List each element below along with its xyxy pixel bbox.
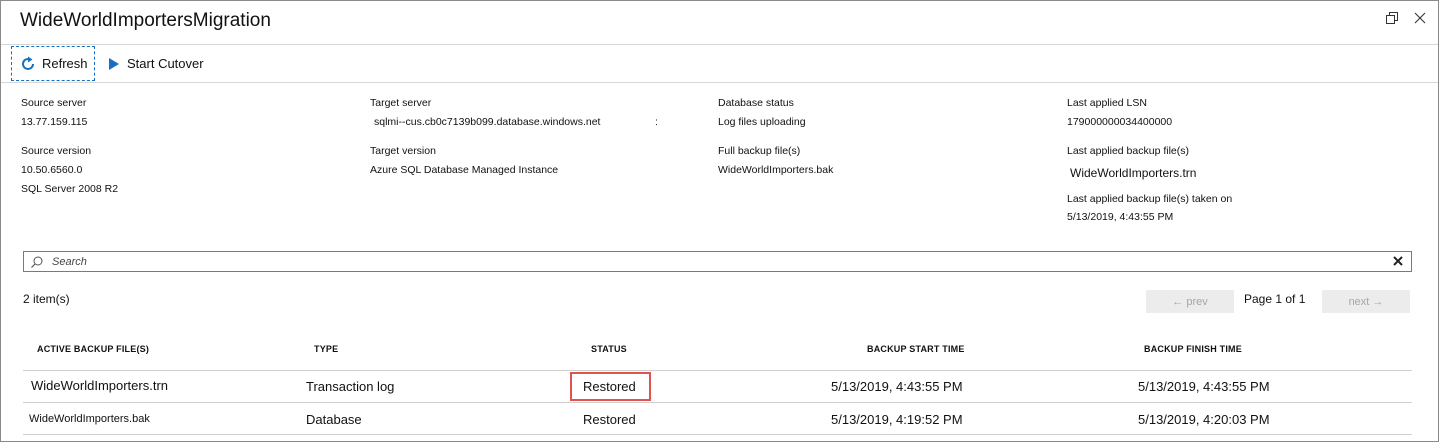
migration-properties: Source server 13.77.159.115 Source versi… (1, 83, 1438, 243)
last-backup-label: Last applied backup file(s) (1067, 145, 1189, 157)
target-version-label: Target version (370, 145, 436, 157)
row-file: WideWorldImporters.bak (29, 413, 150, 425)
start-cutover-label: Start Cutover (127, 56, 204, 71)
start-cutover-button[interactable]: Start Cutover (105, 46, 204, 81)
migration-blade: WideWorldImportersMigration Refresh Star… (0, 0, 1439, 442)
command-bar: Refresh Start Cutover (1, 45, 1438, 83)
source-server-value: 13.77.159.115 (21, 116, 88, 128)
last-lsn-value: 179000000034400000 (1067, 116, 1173, 128)
column-header-type[interactable]: TYPE (314, 344, 338, 354)
search-box (23, 251, 1412, 272)
row-status: Restored (583, 412, 636, 427)
database-status-value: Log files uploading (718, 116, 806, 128)
next-page-button[interactable]: next → (1322, 290, 1410, 313)
prev-page-button[interactable]: ← prev (1146, 290, 1234, 313)
full-backup-value: WideWorldImporters.bak (718, 164, 834, 176)
column-header-finish-time[interactable]: BACKUP FINISH TIME (1144, 344, 1242, 354)
row-finish-time: 5/13/2019, 4:20:03 PM (1138, 412, 1270, 427)
row-divider (23, 434, 1412, 435)
last-lsn-label: Last applied LSN (1067, 97, 1147, 109)
database-status-label: Database status (718, 97, 794, 109)
search-icon (31, 256, 43, 268)
row-type: Transaction log (306, 379, 395, 394)
play-icon (109, 57, 119, 70)
item-count: 2 item(s) (23, 292, 70, 306)
source-server-label: Source server (21, 97, 87, 109)
column-header-file[interactable]: ACTIVE BACKUP FILE(S) (37, 344, 149, 354)
source-version-label: Source version (21, 145, 92, 157)
column-header-status[interactable]: STATUS (591, 344, 627, 354)
row-start-time: 5/13/2019, 4:19:52 PM (831, 412, 963, 427)
clear-search-icon[interactable] (1392, 255, 1404, 267)
target-version-value: Azure SQL Database Managed Instance (370, 164, 559, 176)
row-type: Database (306, 412, 362, 427)
last-backup-taken-value: 5/13/2019, 4:43:55 PM (1067, 211, 1174, 223)
row-finish-time: 5/13/2019, 4:43:55 PM (1138, 379, 1270, 394)
row-start-time: 5/13/2019, 4:43:55 PM (831, 379, 963, 394)
title-bar: WideWorldImportersMigration (1, 1, 1438, 45)
refresh-icon (22, 56, 34, 70)
full-backup-label: Full backup file(s) (718, 145, 801, 157)
status-highlight-box (570, 372, 651, 401)
row-file: WideWorldImporters.trn (31, 378, 169, 393)
refresh-label: Refresh (42, 56, 88, 71)
source-version-product: SQL Server 2008 R2 (21, 183, 119, 195)
header-divider (23, 370, 1412, 371)
row-divider (23, 402, 1412, 403)
close-icon[interactable] (1413, 11, 1431, 29)
restore-window-icon[interactable] (1385, 11, 1403, 29)
source-version-value: 10.50.6560.0 (21, 164, 83, 176)
search-input[interactable] (52, 253, 1382, 270)
page-title: WideWorldImportersMigration (20, 10, 271, 31)
refresh-button[interactable]: Refresh (11, 46, 95, 81)
target-server-value: sqlmi--cus.cb0c7139b099.database.windows… (374, 116, 601, 128)
last-backup-value: WideWorldImporters.trn (1070, 166, 1197, 180)
page-indicator: Page 1 of 1 (1244, 292, 1306, 306)
last-backup-taken-label: Last applied backup file(s) taken on (1067, 193, 1233, 205)
target-server-label: Target server (370, 97, 432, 109)
column-header-start-time[interactable]: BACKUP START TIME (867, 344, 965, 354)
target-server-suffix: : (655, 116, 658, 128)
